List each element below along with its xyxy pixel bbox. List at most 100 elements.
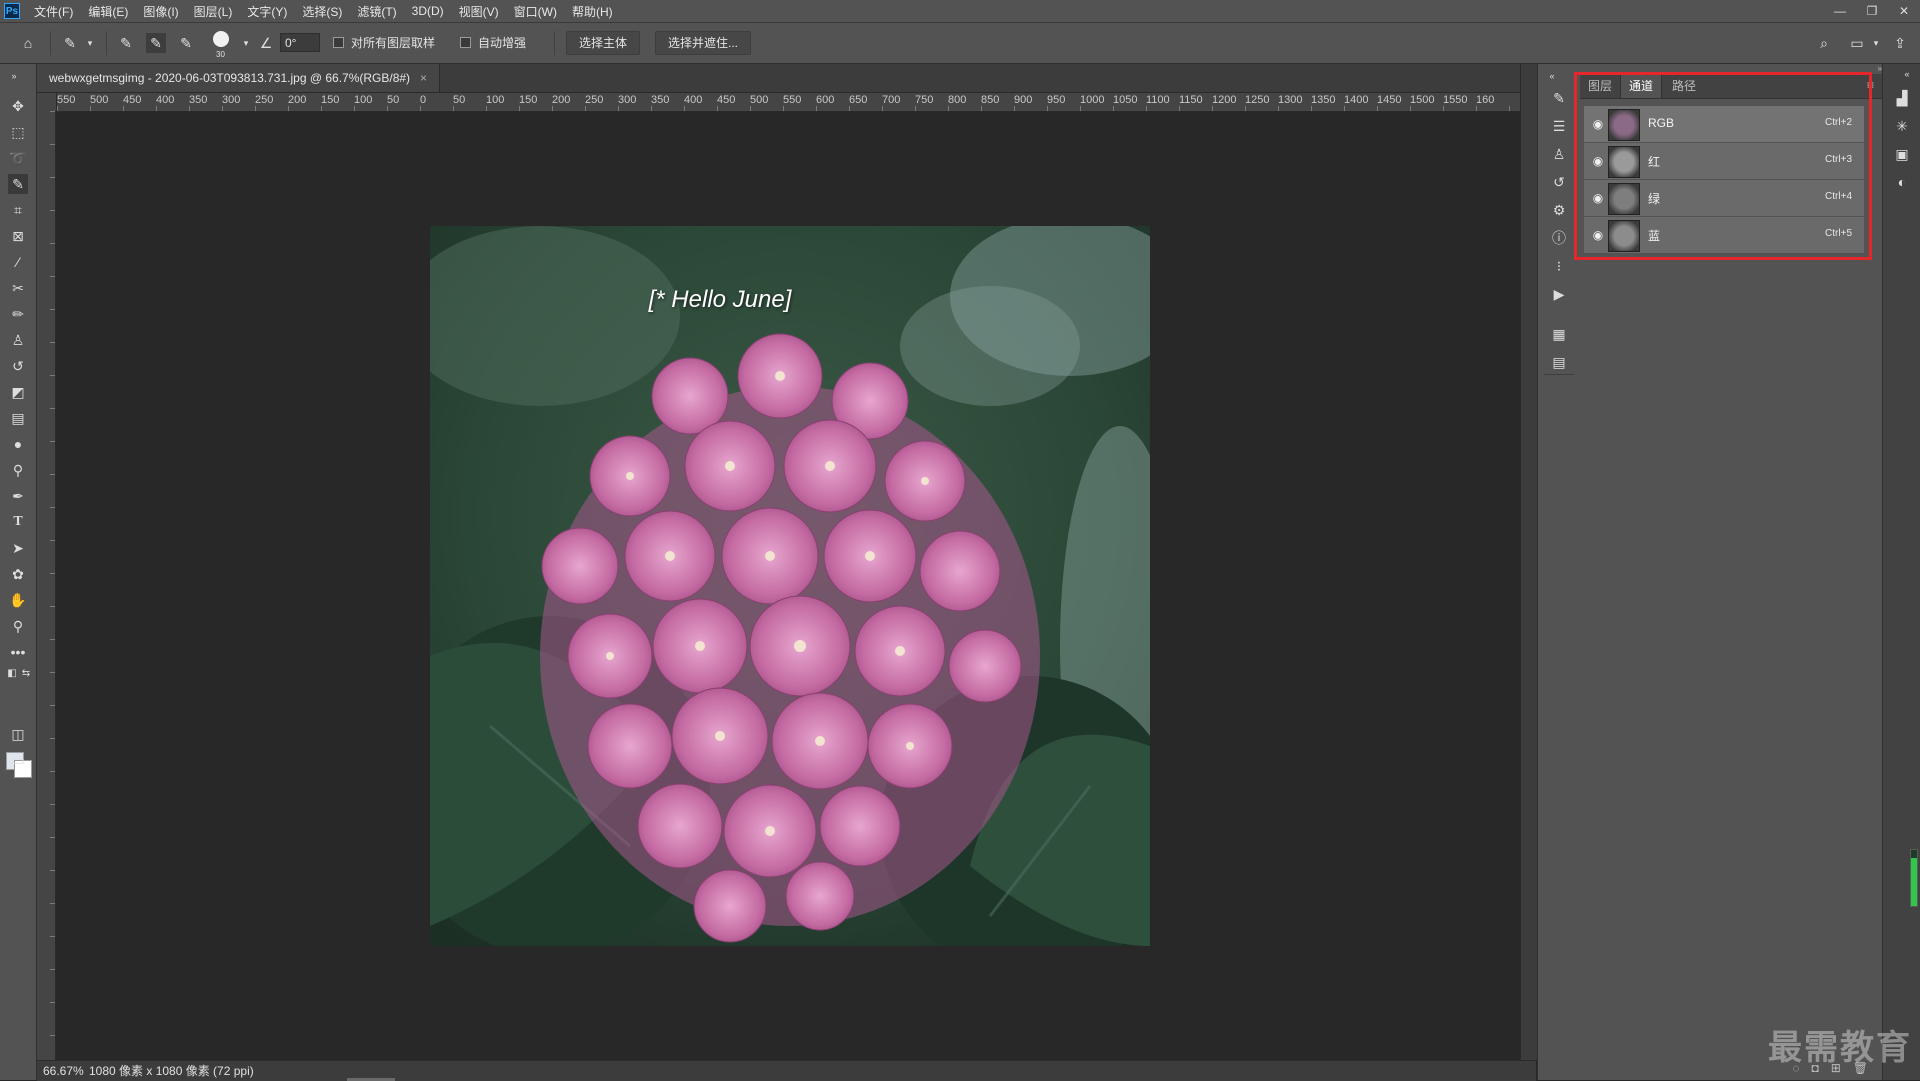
brush-tool-icon[interactable]: ✏ bbox=[8, 304, 28, 324]
search-icon[interactable]: ⌕ bbox=[1814, 33, 1834, 53]
menu-3d[interactable]: 3D(D) bbox=[412, 4, 444, 18]
healing-brush-tool-icon[interactable]: ✂ bbox=[8, 278, 28, 298]
menu-file[interactable]: 文件(F) bbox=[34, 3, 73, 20]
level-meter-fill bbox=[1911, 858, 1917, 906]
menu-filter[interactable]: 滤镜(T) bbox=[357, 3, 396, 20]
vertical-ruler[interactable] bbox=[37, 111, 56, 1061]
notes-icon[interactable]: ▤ bbox=[1549, 352, 1569, 372]
horizontal-ruler[interactable]: 550 500 450 400 350 300 250 200 150 100 50 0 50 100 15… bbox=[57, 93, 1520, 112]
move-tool-icon[interactable]: ✥ bbox=[8, 96, 28, 116]
angle-input[interactable]: 0° bbox=[280, 33, 320, 52]
frame-tool-icon[interactable]: ⊠ bbox=[8, 226, 28, 246]
screen-mode-icon[interactable]: ▭ bbox=[8, 750, 28, 770]
ruler-tick-label: 1250 bbox=[1245, 94, 1270, 106]
menu-type[interactable]: 文字(Y) bbox=[247, 3, 287, 20]
close-icon[interactable]: × bbox=[420, 64, 427, 92]
ruler-tick-label: 650 bbox=[849, 94, 868, 106]
sample-all-layers-label: 对所有图层取样 bbox=[351, 36, 436, 50]
hydrangea-photo bbox=[430, 226, 1150, 946]
select-subject-button[interactable]: 选择主体 bbox=[566, 31, 641, 55]
styles-icon[interactable]: ⁝ bbox=[1549, 256, 1569, 276]
ruler-tick-label: 750 bbox=[915, 94, 934, 106]
menu-view[interactable]: 视图(V) bbox=[459, 3, 499, 20]
lasso-tool-icon[interactable]: ➰ bbox=[8, 148, 28, 168]
auto-enhance-checkbox[interactable] bbox=[460, 37, 471, 48]
ruler-origin[interactable] bbox=[37, 93, 57, 112]
document-tab-bar: webwxgetmsgimg - 2020-06-03T093813.731.j… bbox=[37, 64, 1520, 93]
eraser-tool-icon[interactable]: ◩ bbox=[8, 382, 28, 402]
select-and-mask-button[interactable]: 选择并遮住... bbox=[655, 31, 752, 55]
swap-colors-icon[interactable]: ⇆ bbox=[16, 664, 36, 684]
type-tool-icon[interactable]: T bbox=[8, 512, 28, 532]
hand-tool-icon[interactable]: ✋ bbox=[8, 590, 28, 610]
window-controls: — ❐ ✕ bbox=[1824, 0, 1920, 22]
zoom-level[interactable]: 66.67% bbox=[43, 1061, 84, 1081]
pen-tool-icon[interactable]: ✒ bbox=[8, 486, 28, 506]
document-tab[interactable]: webwxgetmsgimg - 2020-06-03T093813.731.j… bbox=[37, 64, 441, 92]
sample-all-layers-checkbox[interactable] bbox=[333, 37, 344, 48]
ruler-tick-label: 50 bbox=[387, 94, 400, 106]
blur-tool-icon[interactable]: ● bbox=[8, 434, 28, 454]
document-info[interactable]: 1080 像素 x 1080 像素 (72 ppi) bbox=[89, 1061, 254, 1081]
color-icon[interactable]: ◐ bbox=[1892, 172, 1912, 192]
histogram-icon[interactable]: ▟ bbox=[1892, 88, 1912, 108]
gradient-tool-icon[interactable]: ▤ bbox=[8, 408, 28, 428]
quick-mask-icon[interactable]: ◫ bbox=[8, 724, 28, 744]
ruler-tick-label: 400 bbox=[156, 94, 175, 106]
add-to-selection-icon[interactable]: ✎ bbox=[146, 33, 166, 53]
shape-tool-icon[interactable]: ✿ bbox=[8, 564, 28, 584]
navigator-icon[interactable]: ✳ bbox=[1892, 116, 1912, 136]
document-image[interactable]: [* Hello June] bbox=[430, 226, 1150, 946]
menu-image[interactable]: 图像(I) bbox=[143, 3, 178, 20]
adjustments-icon[interactable]: ☰ bbox=[1549, 116, 1569, 136]
history-icon[interactable]: ↺ bbox=[1549, 172, 1569, 192]
eyedropper-tool-icon[interactable]: ⁄ bbox=[8, 252, 28, 272]
collapse-icon[interactable]: « bbox=[1897, 64, 1917, 84]
menu-window[interactable]: 窗口(W) bbox=[514, 3, 557, 20]
new-selection-icon[interactable]: ✎ bbox=[116, 33, 136, 53]
path-selection-tool-icon[interactable]: ➤ bbox=[8, 538, 28, 558]
actions-play-icon[interactable]: ▶ bbox=[1549, 284, 1569, 304]
restore-button[interactable]: ❐ bbox=[1856, 0, 1888, 22]
ruler-tick-label: 200 bbox=[288, 94, 307, 106]
swatches-icon[interactable]: ▣ bbox=[1892, 144, 1912, 164]
history-brush-tool-icon[interactable]: ↺ bbox=[8, 356, 28, 376]
menu-layer[interactable]: 图层(L) bbox=[194, 3, 233, 20]
dodge-tool-icon[interactable]: ⚲ bbox=[8, 460, 28, 480]
workspace-icon[interactable]: ▭ bbox=[1847, 33, 1867, 53]
chevron-down-icon[interactable]: ▾ bbox=[1866, 33, 1886, 53]
tools-panel: » ✥ ⬚ ➰ ✎ ⌗ ⊠ ⁄ ✂ ✏ ♙ ↺ ◩ ▤ ● ⚲ ✒ T ➤ ✿ … bbox=[0, 64, 37, 1080]
minimize-button[interactable]: — bbox=[1824, 0, 1856, 22]
clone-source-icon[interactable]: ♙ bbox=[1549, 144, 1569, 164]
marquee-tool-icon[interactable]: ⬚ bbox=[8, 122, 28, 142]
share-icon[interactable]: ⇪ bbox=[1890, 33, 1910, 53]
ruler-tick-label: 850 bbox=[981, 94, 1000, 106]
canvas-area[interactable]: [* Hello June] bbox=[57, 112, 1520, 1060]
close-button[interactable]: ✕ bbox=[1888, 0, 1920, 22]
quick-selection-preset-icon[interactable]: ✎ bbox=[60, 33, 80, 53]
menu-help[interactable]: 帮助(H) bbox=[572, 3, 613, 20]
angle-icon: ∠ bbox=[259, 35, 273, 51]
chevron-down-icon[interactable]: ▾ bbox=[80, 33, 100, 53]
ruler-tick-label: 1400 bbox=[1344, 94, 1369, 106]
more-tools-icon[interactable]: ••• bbox=[8, 642, 28, 662]
separator bbox=[106, 31, 107, 55]
clone-stamp-tool-icon[interactable]: ♙ bbox=[8, 330, 28, 350]
menu-select[interactable]: 选择(S) bbox=[302, 3, 342, 20]
crop-tool-icon[interactable]: ⌗ bbox=[8, 200, 28, 220]
chevron-down-icon[interactable]: ▾ bbox=[236, 33, 256, 53]
home-icon[interactable]: ⌂ bbox=[18, 33, 38, 53]
subtract-from-selection-icon[interactable]: ✎ bbox=[176, 33, 196, 53]
ruler-tick-label: 700 bbox=[882, 94, 901, 106]
libraries-icon[interactable]: ▦ bbox=[1549, 324, 1569, 344]
brush-settings-icon[interactable]: ✎ bbox=[1549, 88, 1569, 108]
brush-preview-icon[interactable] bbox=[213, 31, 229, 47]
canvas-scrollbar[interactable] bbox=[1520, 64, 1537, 1060]
info-icon[interactable]: ⓘ bbox=[1549, 228, 1569, 248]
properties-icon[interactable]: ⚙ bbox=[1549, 200, 1569, 220]
zoom-tool-icon[interactable]: ⚲ bbox=[8, 616, 28, 636]
quick-selection-tool-icon[interactable]: ✎ bbox=[8, 174, 28, 194]
collapse-icon[interactable]: » bbox=[4, 66, 24, 86]
collapse-icon[interactable]: « bbox=[1542, 66, 1562, 86]
menu-edit[interactable]: 编辑(E) bbox=[88, 3, 128, 20]
